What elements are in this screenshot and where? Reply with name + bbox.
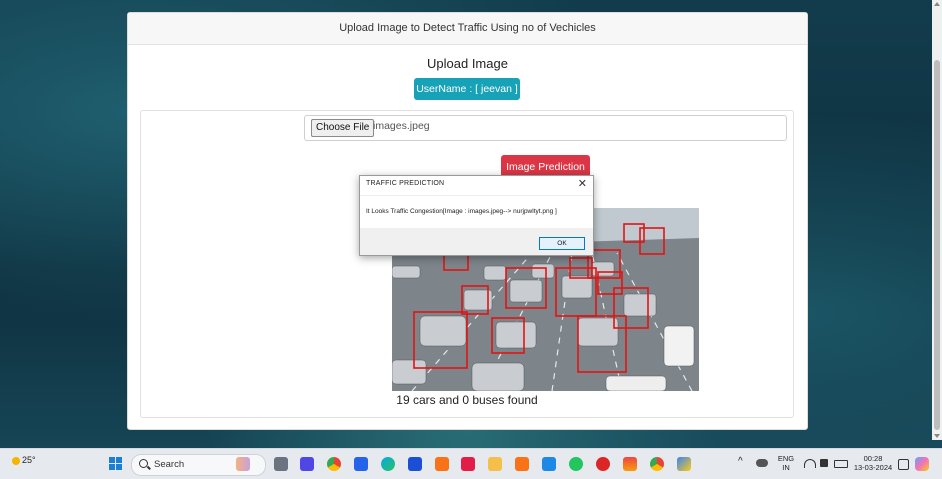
taskbar: 25° Search ^ ENG IN 00:28 13-03-2024 [0,448,942,479]
battery-icon[interactable] [834,460,848,468]
edge-icon[interactable] [381,457,395,471]
traffic-prediction-dialog: TRAFFIC PREDICTION ✕ It Looks Traffic Co… [359,175,594,256]
vscode-icon[interactable] [542,457,556,471]
file-input[interactable]: Choose File images.jpeg [304,115,787,141]
python-icon[interactable] [677,457,691,471]
dialog-body: It Looks Traffic Congestion[Image : imag… [360,195,593,229]
folder-icon[interactable] [488,457,502,471]
page-scrollbar[interactable] [932,0,942,440]
weather-temp: 25° [22,455,36,465]
language-indicator[interactable]: ENG IN [776,454,796,472]
weather-widget[interactable]: 25° [12,455,36,465]
close-icon[interactable]: ✕ [578,177,587,190]
selected-file-name: images.jpeg [373,120,430,132]
chrome-profile-icon[interactable] [650,457,664,471]
meet-icon[interactable] [300,457,314,471]
dialog-title: TRAFFIC PREDICTION [366,180,445,187]
windows-start-icon[interactable] [109,457,123,471]
todo-icon[interactable] [408,457,422,471]
brave-icon[interactable] [435,457,449,471]
chrome-icon[interactable] [327,457,341,471]
clock[interactable]: 00:28 13-03-2024 [852,454,894,472]
scrollbar-thumb[interactable] [934,60,940,430]
powerpoint-icon[interactable] [596,457,610,471]
app-icon[interactable] [623,457,637,471]
youtube-icon[interactable] [461,457,475,471]
choose-file-button[interactable]: Choose File [311,119,375,137]
ok-button[interactable]: OK [539,237,585,250]
xampp-icon[interactable] [515,457,529,471]
weather-sun-icon [12,456,20,465]
language-line2: IN [782,463,790,472]
upload-form: Choose File images.jpeg Image Prediction [140,110,794,418]
copilot-icon[interactable] [915,457,929,471]
language-line1: ENG [777,454,795,463]
scroll-down-icon[interactable] [934,434,940,438]
scroll-up-icon[interactable] [934,2,940,6]
widgets-icon[interactable] [236,457,250,471]
upload-title: Upload Image [427,56,508,71]
search-label: Search [154,459,185,470]
card-header: Upload Image to Detect Traffic Using no … [128,13,807,45]
clock-time: 00:28 [863,454,883,463]
wifi-icon[interactable] [804,459,816,468]
detection-result-text: 19 cars and 0 buses found [396,393,538,407]
username-badge: UserName : [ jeevan ] [414,78,520,100]
search-icon [139,459,148,468]
whatsapp-icon[interactable] [569,457,583,471]
dialog-footer: OK [360,228,593,255]
store-icon[interactable] [354,457,368,471]
onedrive-icon[interactable] [756,459,768,467]
file-explorer-icon[interactable] [274,457,288,471]
notification-icon[interactable] [898,459,909,470]
tray-chevron-icon[interactable]: ^ [738,457,743,467]
volume-icon[interactable] [820,459,828,467]
dialog-message: It Looks Traffic Congestion[Image : imag… [366,208,557,215]
clock-date: 13-03-2024 [853,463,893,472]
